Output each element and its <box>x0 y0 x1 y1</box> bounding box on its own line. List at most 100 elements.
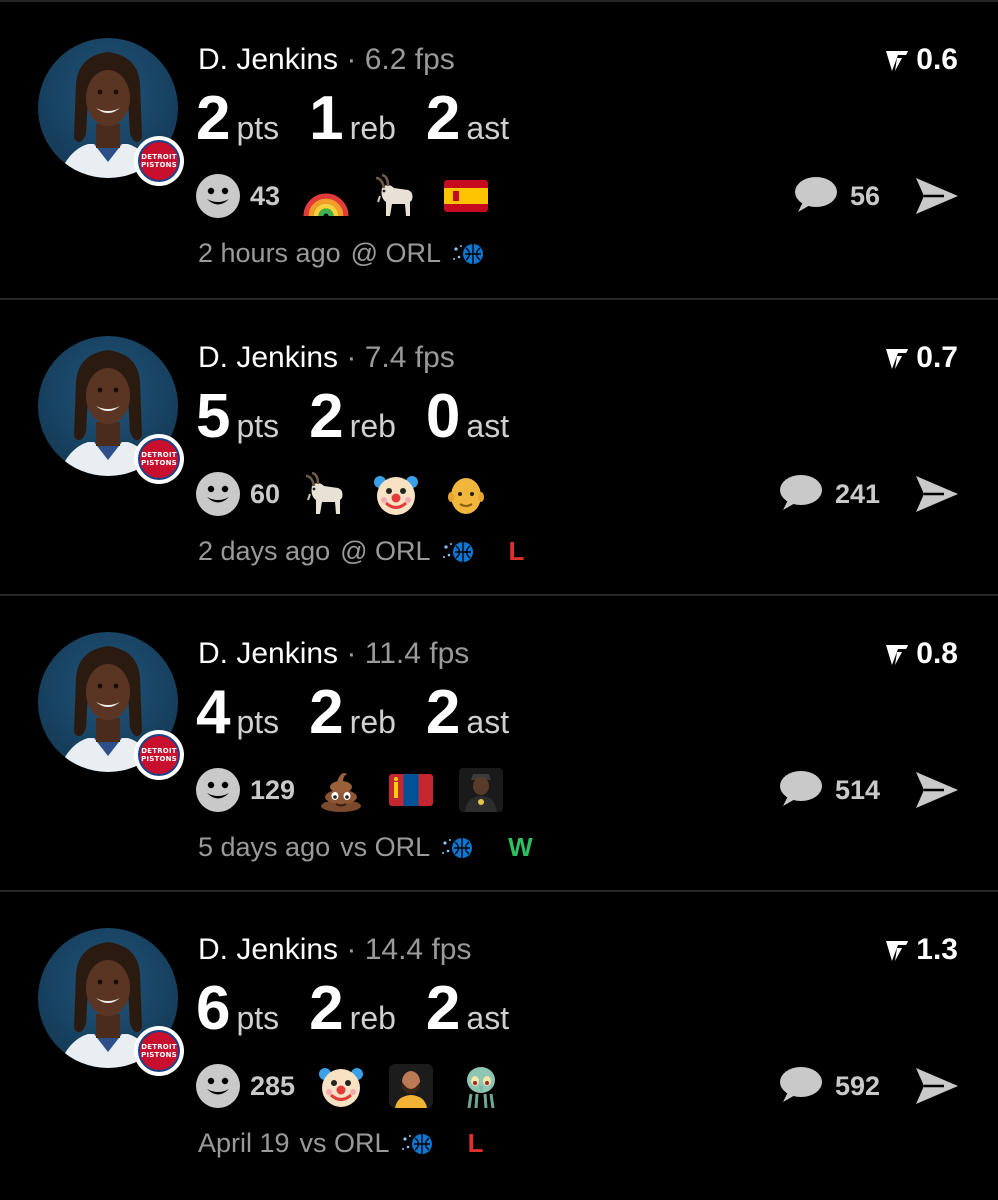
fps-score: · 11.4 fps <box>346 637 470 670</box>
stat-unit: ast <box>466 704 510 740</box>
stat-unit: pts <box>236 408 280 444</box>
comments-button[interactable]: 592 <box>777 1064 880 1108</box>
rating-value: 1.3 <box>916 933 958 966</box>
game-meta: 2 hours ago @ ORL <box>198 238 519 269</box>
feed-card-4[interactable]: DETROIT PISTONS D. Jenkins · 14.4 fps 1.… <box>0 890 998 1186</box>
comment-bubble-icon <box>777 472 823 517</box>
reaction-count: 129 <box>250 774 296 805</box>
stat-value: 0 <box>425 382 461 451</box>
game-result: W <box>508 832 533 862</box>
smiley-react-icon[interactable] <box>196 768 240 812</box>
stat-reb: 2 reb <box>309 680 396 746</box>
fps-score: · 7.4 fps <box>346 341 455 374</box>
reaction-count: 60 <box>250 478 281 509</box>
stat-value: 2 <box>425 84 461 153</box>
opponent[interactable]: vs ORL <box>300 1128 390 1159</box>
rating-value: 0.8 <box>916 637 958 670</box>
stat-value: 2 <box>309 974 344 1043</box>
stat-unit: reb <box>349 704 396 740</box>
person-photo-emoji[interactable] <box>457 766 505 814</box>
comments-button[interactable]: 56 <box>792 174 880 218</box>
smiley-react-icon[interactable] <box>196 1064 240 1108</box>
clown-emoji[interactable] <box>317 1062 365 1110</box>
team-logo-line2: PISTONS <box>141 459 177 467</box>
send-arrow-icon <box>916 476 958 512</box>
stat-unit: reb <box>349 110 396 146</box>
team-logo-line1: DETROIT <box>141 747 177 755</box>
squidward-emoji[interactable] <box>457 1062 505 1110</box>
share-button[interactable] <box>914 472 960 516</box>
comments-button[interactable]: 514 <box>777 768 880 812</box>
comment-bubble-icon <box>792 174 838 219</box>
stat-ast: 2 ast <box>426 86 509 152</box>
fps-score: · 6.2 fps <box>346 43 455 76</box>
stat-line: 5 pts 2 reb 0 ast <box>196 384 539 450</box>
stat-line: 4 pts 2 reb 2 ast <box>196 680 539 746</box>
card-title: D. Jenkins · 7.4 fps <box>198 340 455 376</box>
reactions-row: 60 <box>196 470 512 518</box>
player-name[interactable]: D. Jenkins <box>198 43 338 76</box>
feed-card-2[interactable]: DETROIT PISTONS D. Jenkins · 7.4 fps 0.7… <box>0 298 998 594</box>
share-button[interactable] <box>914 1064 960 1108</box>
stat-unit: ast <box>466 408 510 444</box>
opponent[interactable]: @ ORL <box>351 238 441 269</box>
comments-button[interactable]: 241 <box>777 472 880 516</box>
stat-ast: 0 ast <box>426 384 509 450</box>
fps-score: · 14.4 fps <box>346 933 472 966</box>
orlando-magic-logo-icon <box>400 1129 436 1159</box>
player-name[interactable]: D. Jenkins <box>198 637 338 670</box>
stat-value: 5 <box>196 382 231 451</box>
bald-man-emoji[interactable] <box>442 470 490 518</box>
smiley-react-icon[interactable] <box>196 472 240 516</box>
funnel-icon <box>884 345 910 371</box>
game-meta: 5 days ago vs ORL W <box>198 832 533 863</box>
stat-value: 4 <box>196 678 231 747</box>
comment-bubble-icon <box>777 768 823 813</box>
send-arrow-icon <box>916 1068 958 1104</box>
goat-emoji[interactable] <box>302 470 350 518</box>
stat-unit: reb <box>349 1000 396 1036</box>
team-logo-line1: DETROIT <box>141 153 177 161</box>
funnel-icon <box>884 937 910 963</box>
orlando-magic-logo-icon <box>441 537 477 567</box>
orlando-magic-logo-icon <box>440 833 476 863</box>
stat-unit: reb <box>349 408 396 444</box>
share-button[interactable] <box>914 768 960 812</box>
stat-pts: 5 pts <box>196 384 279 450</box>
player-photo-emoji[interactable] <box>387 1062 435 1110</box>
opponent[interactable]: @ ORL <box>340 536 430 567</box>
rating-value: 0.6 <box>916 43 958 76</box>
mongolia-flag-emoji[interactable] <box>387 766 435 814</box>
team-logo-badge: DETROIT PISTONS <box>134 1026 184 1076</box>
stat-value: 1 <box>309 84 344 153</box>
reactions-row: 129 <box>196 766 527 814</box>
team-logo-badge: DETROIT PISTONS <box>134 730 184 780</box>
game-time: 2 hours ago <box>198 238 341 268</box>
opponent[interactable]: vs ORL <box>340 832 430 863</box>
smiley-react-icon[interactable] <box>196 174 240 218</box>
team-logo-line1: DETROIT <box>141 451 177 459</box>
card-title: D. Jenkins · 6.2 fps <box>198 42 455 78</box>
comment-bubble-icon <box>777 1064 823 1109</box>
stat-reb: 2 reb <box>309 384 396 450</box>
stat-unit: pts <box>236 1000 280 1036</box>
stat-line: 2 pts 1 reb 2 ast <box>196 86 539 152</box>
feed-card-3[interactable]: DETROIT PISTONS D. Jenkins · 11.4 fps 0.… <box>0 594 998 890</box>
rainbow-emoji[interactable] <box>302 172 350 220</box>
stat-value: 6 <box>196 974 231 1043</box>
spain-flag-emoji[interactable] <box>442 172 490 220</box>
funnel-icon <box>884 47 910 73</box>
rating: 1.3 <box>884 932 958 968</box>
feed-card-1[interactable]: DETROIT PISTONS D. Jenkins · 6.2 fps 0.6… <box>0 0 998 296</box>
stat-ast: 2 ast <box>426 976 509 1042</box>
player-name[interactable]: D. Jenkins <box>198 341 338 374</box>
share-button[interactable] <box>914 174 960 218</box>
game-result: L <box>508 536 525 566</box>
clown-emoji[interactable] <box>372 470 420 518</box>
team-logo-line2: PISTONS <box>141 1051 177 1059</box>
team-logo-line2: PISTONS <box>141 161 177 169</box>
poop-emoji[interactable] <box>317 766 365 814</box>
goat-emoji[interactable] <box>372 172 420 220</box>
player-name[interactable]: D. Jenkins <box>198 933 338 966</box>
game-time: 2 days ago <box>198 536 331 566</box>
